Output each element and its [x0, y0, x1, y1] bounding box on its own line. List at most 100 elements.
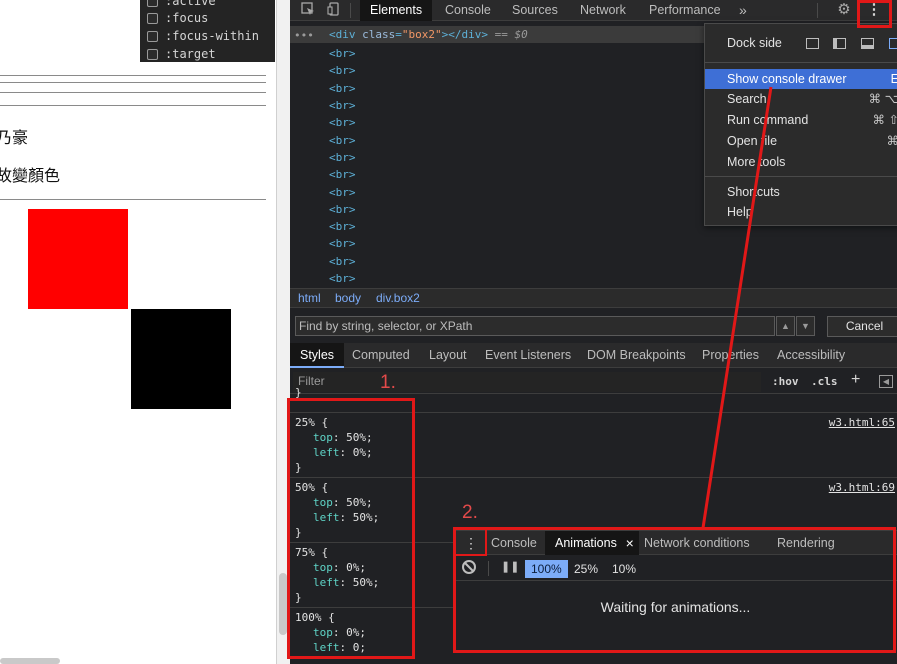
hov-button[interactable]: :hov	[772, 375, 799, 388]
cls-button[interactable]: .cls	[811, 375, 838, 388]
annotation-label-2: 2.	[462, 502, 478, 523]
tab-properties[interactable]: Properties	[702, 343, 759, 368]
rule-source-link[interactable]: w3.html:65	[829, 416, 895, 429]
menu-shortcut: ⌘ ⌥	[868, 92, 897, 106]
annotation-frame-drawer-menu	[454, 528, 487, 556]
br-node[interactable]: <br>	[329, 237, 356, 250]
pseudo-label: :focus-within	[165, 29, 259, 43]
divider	[0, 82, 266, 83]
br-node[interactable]: <br>	[329, 272, 356, 285]
checkbox[interactable]	[147, 0, 158, 7]
customize-menu: Dock side Show console drawer E Search ⌘…	[704, 23, 897, 226]
dock-right-icon[interactable]	[889, 38, 897, 49]
menu-item-label: Search	[727, 92, 767, 106]
checkbox[interactable]	[147, 30, 158, 42]
checkbox[interactable]	[147, 12, 158, 24]
menu-item-label: More tools	[727, 155, 786, 169]
br-node[interactable]: <br>	[329, 116, 356, 129]
menu-separator	[705, 62, 897, 63]
breadcrumb: html body div.box2	[290, 288, 897, 308]
force-state-panel: :active :focus :focus-within :target	[140, 0, 275, 62]
breadcrumb-html[interactable]: html	[298, 291, 321, 305]
dock-bottom-icon[interactable]	[861, 38, 874, 49]
breadcrumb-div[interactable]: div.box2	[376, 291, 420, 305]
more-tabs-icon[interactable]: »	[739, 0, 747, 21]
tab-network[interactable]: Network	[580, 0, 626, 21]
br-node[interactable]: <br>	[329, 64, 356, 77]
br-node[interactable]: <br>	[329, 203, 356, 216]
tab-accessibility[interactable]: Accessibility	[777, 343, 845, 368]
search-prev-button[interactable]: ▲	[776, 316, 795, 336]
checkbox[interactable]	[147, 48, 158, 60]
menu-item-label: Help	[727, 205, 753, 219]
device-toolbar-icon[interactable]	[326, 2, 342, 18]
selected-marker: == $0	[487, 28, 528, 41]
undock-icon[interactable]	[806, 38, 819, 49]
filter-input[interactable]: Filter	[298, 374, 325, 388]
attr-name: class	[362, 28, 396, 41]
dom-search-input[interactable]: Find by string, selector, or XPath	[295, 316, 775, 336]
tab-elements[interactable]: Elements	[360, 0, 433, 21]
attr-value: "box2"	[401, 28, 442, 41]
separator	[350, 3, 351, 18]
menu-item-label: Run command	[727, 113, 809, 127]
tab-dom-breakpoints[interactable]: DOM Breakpoints	[587, 343, 686, 368]
inspect-element-icon[interactable]	[300, 2, 316, 18]
search-next-button[interactable]: ▼	[796, 316, 815, 336]
menu-run-command[interactable]: Run command ⌘ ⇧	[705, 110, 897, 130]
pseudo-label: :focus	[165, 11, 209, 25]
horizontal-scrollbar[interactable]	[0, 658, 60, 664]
menu-shortcut: E	[890, 72, 897, 86]
tab-computed[interactable]: Computed	[352, 343, 410, 368]
divider	[0, 199, 266, 200]
br-node[interactable]: <br>	[329, 134, 356, 147]
menu-help[interactable]: Help	[705, 202, 897, 222]
br-node[interactable]: <br>	[329, 168, 356, 181]
tab-performance[interactable]: Performance	[649, 0, 721, 21]
divider	[0, 75, 266, 76]
devtools-tabbar: Elements Console Sources Network Perform…	[290, 0, 897, 21]
menu-item-label: Open file	[727, 134, 778, 148]
pseudo-focus-within-row[interactable]: :focus-within	[147, 27, 259, 45]
br-node[interactable]: <br>	[329, 220, 356, 233]
annotation-frame-menu	[857, 0, 892, 28]
vertical-scrollbar[interactable]	[279, 573, 287, 635]
menu-item-label: Show console drawer	[727, 72, 847, 86]
menu-search[interactable]: Search ⌘ ⌥	[705, 89, 897, 109]
filter-box[interactable]	[293, 372, 761, 392]
pseudo-label: :active	[165, 0, 216, 8]
attr-eq: =	[395, 28, 402, 41]
br-node[interactable]: <br>	[329, 82, 356, 95]
new-rule-icon[interactable]: +	[851, 371, 860, 389]
dock-left-icon[interactable]	[833, 38, 846, 49]
br-node[interactable]: <br>	[329, 151, 356, 164]
divider	[0, 105, 266, 106]
tab-event-listeners[interactable]: Event Listeners	[485, 343, 571, 368]
menu-open-file[interactable]: Open file ⌘	[705, 131, 897, 151]
pseudo-label: :target	[165, 47, 216, 61]
rule-source-link[interactable]: w3.html:69	[829, 481, 895, 494]
pseudo-focus-row[interactable]: :focus	[147, 9, 208, 27]
menu-show-console-drawer[interactable]: Show console drawer E	[705, 69, 897, 89]
tag-open: <div	[329, 28, 363, 41]
br-node[interactable]: <br>	[329, 47, 356, 60]
menu-item-label: Shortcuts	[727, 185, 780, 199]
node-actions-icon[interactable]: •••	[294, 29, 314, 42]
br-node[interactable]: <br>	[329, 99, 356, 112]
menu-shortcuts[interactable]: Shortcuts	[705, 182, 897, 202]
toggle-sidebar-icon[interactable]: ◀	[879, 375, 893, 388]
menu-more-tools[interactable]: More tools	[705, 152, 897, 172]
br-node[interactable]: <br>	[329, 186, 356, 199]
tab-layout[interactable]: Layout	[429, 343, 467, 368]
pseudo-target-row[interactable]: :target	[147, 45, 216, 63]
annotation-frame-rules	[287, 398, 415, 659]
divider	[0, 92, 266, 93]
menu-shortcut: ⌘ ⇧	[872, 113, 897, 127]
tab-sources[interactable]: Sources	[512, 0, 558, 21]
tab-console[interactable]: Console	[445, 0, 491, 21]
tab-styles[interactable]: Styles	[290, 343, 345, 368]
cancel-button[interactable]: Cancel	[827, 316, 897, 337]
breadcrumb-body[interactable]: body	[335, 291, 361, 305]
gear-icon[interactable]: ⚙	[836, 2, 852, 18]
br-node[interactable]: <br>	[329, 255, 356, 268]
